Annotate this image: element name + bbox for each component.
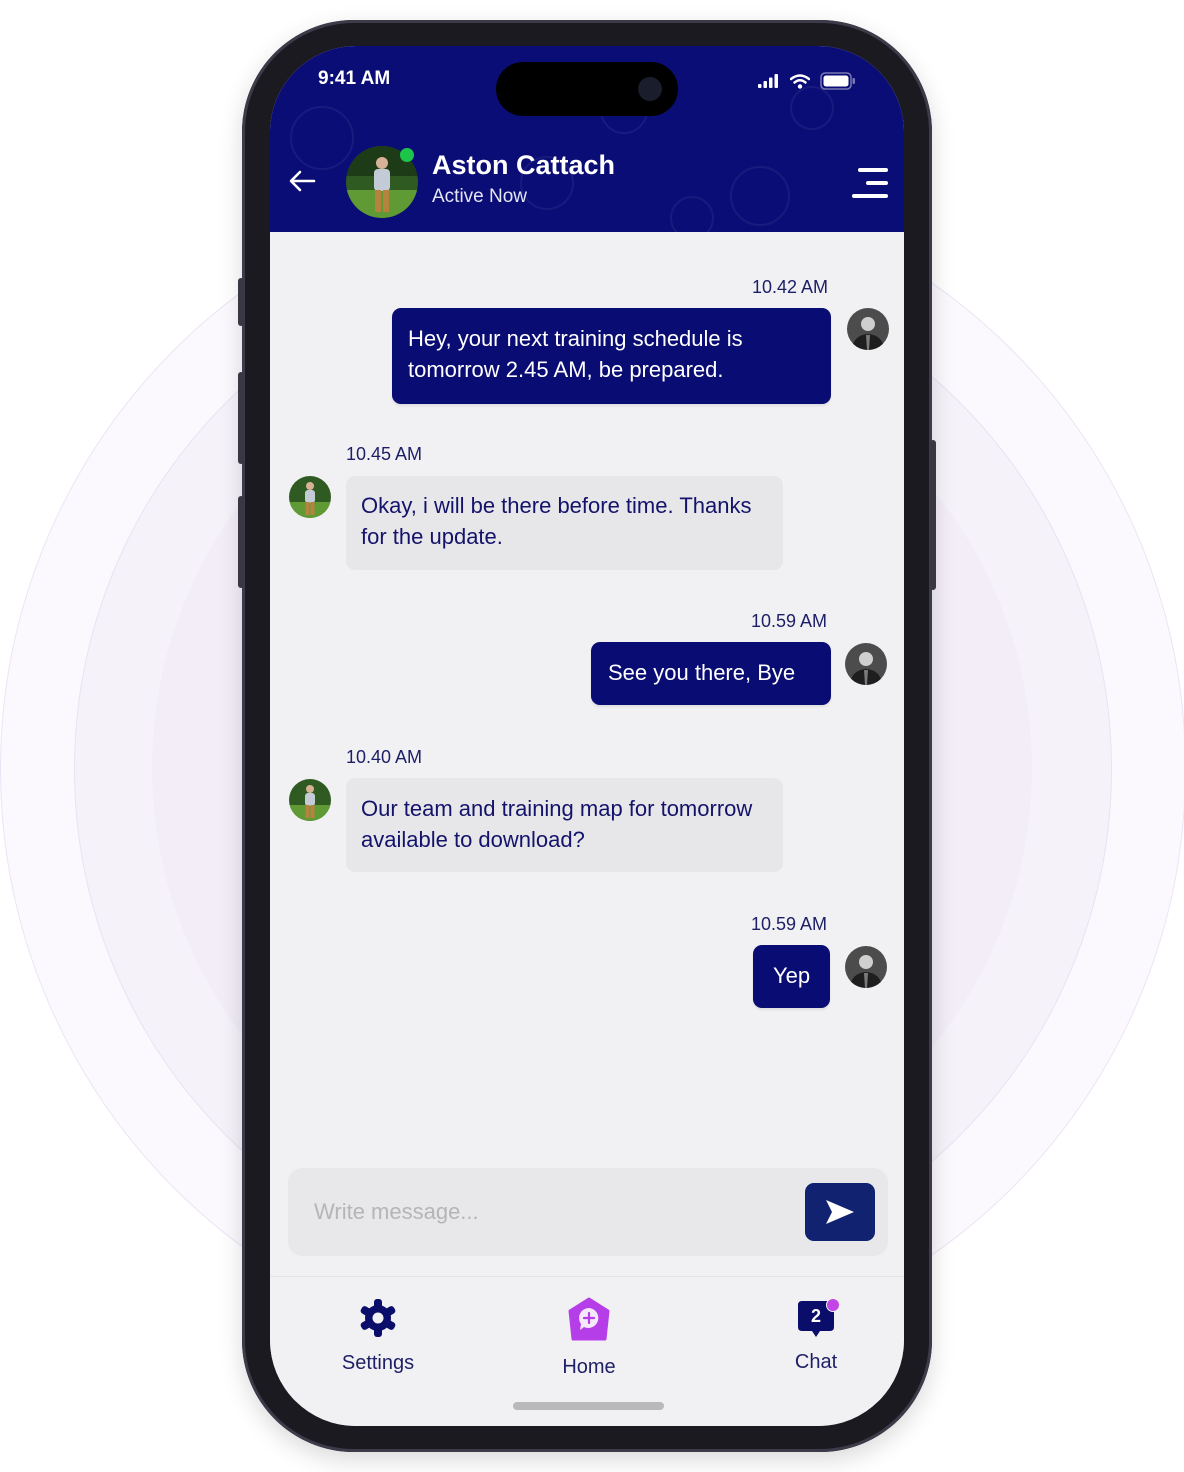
message-timestamp: 10.40 AM (346, 747, 423, 767)
online-status-dot (400, 148, 414, 162)
my-avatar (845, 946, 887, 988)
message-timestamp: 10.59 AM (751, 611, 828, 631)
message-input[interactable] (312, 1194, 796, 1230)
battery-icon (820, 72, 855, 90)
my-avatar-photo (845, 643, 887, 685)
incoming-message-bubble[interactable]: Our team and training map for tomorrow a… (346, 778, 783, 872)
header-doodle (290, 106, 354, 170)
message-timestamp: 10.42 AM (752, 277, 829, 297)
dynamic-island (496, 62, 678, 116)
tab-label: Home (562, 1356, 616, 1378)
status-time: 9:41 AM (318, 68, 391, 89)
front-camera (638, 77, 662, 101)
header-doodle (670, 196, 714, 232)
contact-photo-small (289, 779, 331, 821)
outgoing-message-bubble[interactable]: Yep (753, 945, 830, 1008)
arrow-left-icon[interactable] (286, 164, 320, 198)
send-icon (826, 1200, 854, 1224)
presence-status: Active Now (432, 186, 528, 207)
outgoing-message-bubble[interactable]: Hey, your next training schedule is tomo… (392, 308, 831, 404)
chat-header: 9:41 AM Aston Cattach Active Now (270, 46, 904, 232)
header-doodle (790, 86, 834, 130)
my-avatar-photo (845, 946, 887, 988)
phone-volume-up (238, 372, 244, 464)
incoming-message-bubble[interactable]: Okay, i will be there before time. Thank… (346, 476, 783, 570)
header-doodle (730, 166, 790, 226)
send-button[interactable] (805, 1183, 875, 1241)
my-avatar-photo (847, 308, 889, 350)
message-timestamp: 10.59 AM (751, 914, 828, 934)
message-composer (288, 1168, 888, 1256)
tab-label: Chat (794, 1351, 838, 1373)
contact-avatar-small (289, 476, 331, 518)
phone-power-button (930, 440, 936, 590)
chat-icon-wrapper: 2 (794, 1297, 840, 1343)
my-avatar (847, 308, 889, 350)
home-indicator[interactable] (513, 1402, 664, 1410)
contact-photo-small (289, 476, 331, 518)
tab-chat[interactable]: 2 Chat (746, 1297, 886, 1374)
tab-home[interactable]: Home (519, 1297, 659, 1379)
cellular-signal-icon (758, 74, 778, 88)
hamburger-menu-icon[interactable] (852, 166, 888, 200)
contact-avatar-small (289, 779, 331, 821)
status-icons (758, 72, 856, 90)
contact-name: Aston Cattach (432, 150, 616, 180)
phone-mute-switch (238, 278, 244, 326)
my-avatar (845, 643, 887, 685)
tab-settings[interactable]: Settings (308, 1297, 448, 1375)
phone-screen: 9:41 AM Aston Cattach Active Now 10.42 A… (270, 46, 904, 1426)
tab-label: Settings (341, 1352, 415, 1374)
phone-volume-down (238, 496, 244, 588)
notification-dot (826, 1298, 840, 1312)
wifi-icon (790, 73, 810, 89)
home-chat-plus-icon (568, 1297, 610, 1341)
gear-icon (360, 1299, 396, 1337)
message-timestamp: 10.45 AM (346, 444, 423, 464)
outgoing-message-bubble[interactable]: See you there, Bye (591, 642, 831, 705)
